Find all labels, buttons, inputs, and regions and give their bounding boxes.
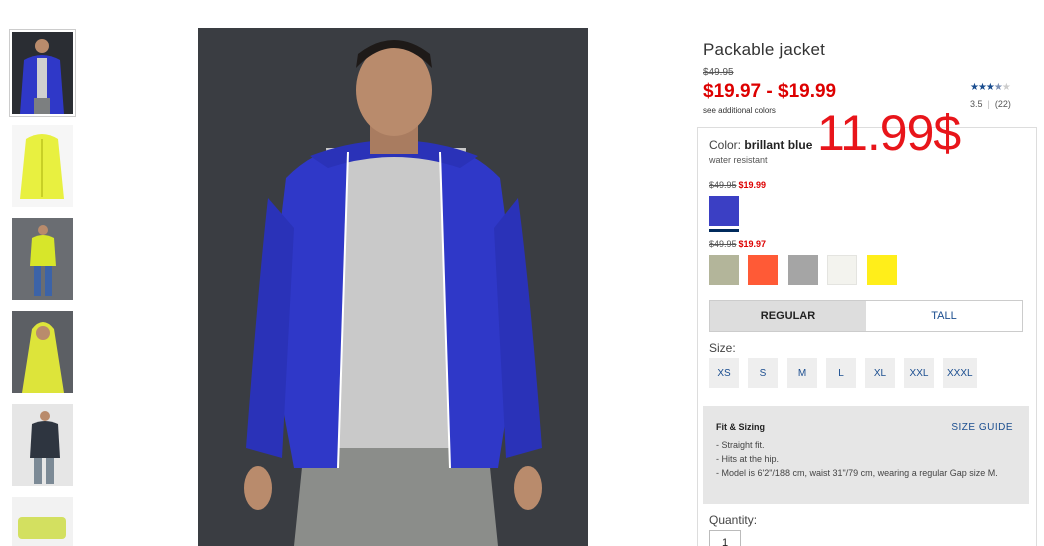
swatch-group-orig-price: $49.95: [709, 180, 737, 190]
size-button-xxl[interactable]: XXL: [904, 358, 934, 388]
thumbnail-3[interactable]: [12, 311, 73, 393]
swatch-group-orig-price: $49.95: [709, 239, 737, 249]
size-button-xl[interactable]: XL: [865, 358, 895, 388]
quantity-input[interactable]: 1: [709, 530, 741, 546]
swatch-group-price-0: $49.95 $19.99: [709, 180, 766, 190]
main-product-image[interactable]: [198, 28, 588, 546]
color-label-line: Color: brillant blue: [709, 138, 812, 152]
thumbnail-4[interactable]: [12, 404, 73, 486]
thumbnail-0[interactable]: [9, 29, 76, 117]
size-guide-link[interactable]: SIZE GUIDE: [951, 422, 1013, 433]
thumbnail-1[interactable]: [12, 125, 73, 207]
color-swatch-grey[interactable]: [788, 255, 818, 285]
original-price: $49.95: [703, 67, 734, 78]
size-button-l[interactable]: L: [826, 358, 856, 388]
swatch-group-sale-price: $19.99: [738, 180, 767, 190]
size-button-xs[interactable]: XS: [709, 358, 739, 388]
size-button-m[interactable]: M: [787, 358, 817, 388]
rating-count: (22): [994, 99, 1011, 109]
color-swatch-khaki[interactable]: [709, 255, 739, 285]
fit-bullet: - Model is 6'2"/188 cm, waist 31"/79 cm,…: [716, 468, 998, 478]
swatch-group-price-1: $49.95 $19.97: [709, 239, 766, 249]
fit-sizing-list: - Straight fit. - Hits at the hip. - Mod…: [716, 438, 1021, 480]
color-swatch-blue[interactable]: [709, 196, 739, 226]
sale-price-range: $19.97 - $19.99: [703, 81, 837, 102]
quantity-label: Quantity:: [709, 513, 758, 527]
size-options: XS S M L XL XXL XXXL: [709, 358, 986, 388]
overlay-price-annotation: 11.99$: [817, 105, 961, 161]
fit-tabs: REGULAR TALL: [709, 300, 1023, 332]
fit-sizing-heading: Fit & Sizing: [716, 422, 765, 432]
rating-value: 3.5: [970, 99, 983, 109]
selected-swatch-indicator: [709, 229, 739, 232]
color-swatch-orange[interactable]: [748, 255, 778, 285]
additional-colors-link[interactable]: see additional colors: [703, 106, 776, 115]
fit-bullet: - Hits at the hip.: [716, 454, 780, 464]
star-empty: ★: [1001, 82, 1011, 93]
thumbnail-2[interactable]: [12, 218, 73, 300]
swatch-group-sale-price: $19.97: [738, 239, 767, 249]
rating-summary[interactable]: 3.5 | (22): [970, 99, 1011, 109]
star-half: ★: [993, 82, 1003, 93]
product-title: Packable jacket: [703, 40, 826, 59]
color-swatch-yellow[interactable]: [867, 255, 897, 285]
color-name: brillant blue: [744, 138, 813, 152]
rating-separator: |: [987, 99, 990, 109]
color-swatch-white[interactable]: [827, 255, 857, 285]
thumbnail-5[interactable]: [12, 497, 73, 546]
size-button-xxxl[interactable]: XXXL: [943, 358, 977, 388]
fit-bullet: - Straight fit.: [716, 440, 765, 450]
fit-sizing-box: Fit & Sizing SIZE GUIDE - Straight fit. …: [703, 406, 1029, 504]
stars-filled: ★★★: [970, 82, 995, 93]
size-label: Size:: [709, 341, 736, 355]
color-note: water resistant: [709, 155, 768, 165]
color-label: Color:: [709, 138, 742, 152]
tab-regular[interactable]: REGULAR: [710, 301, 866, 331]
star-rating[interactable]: ★★★★★: [970, 82, 1011, 93]
tab-tall[interactable]: TALL: [866, 301, 1022, 331]
size-button-s[interactable]: S: [748, 358, 778, 388]
